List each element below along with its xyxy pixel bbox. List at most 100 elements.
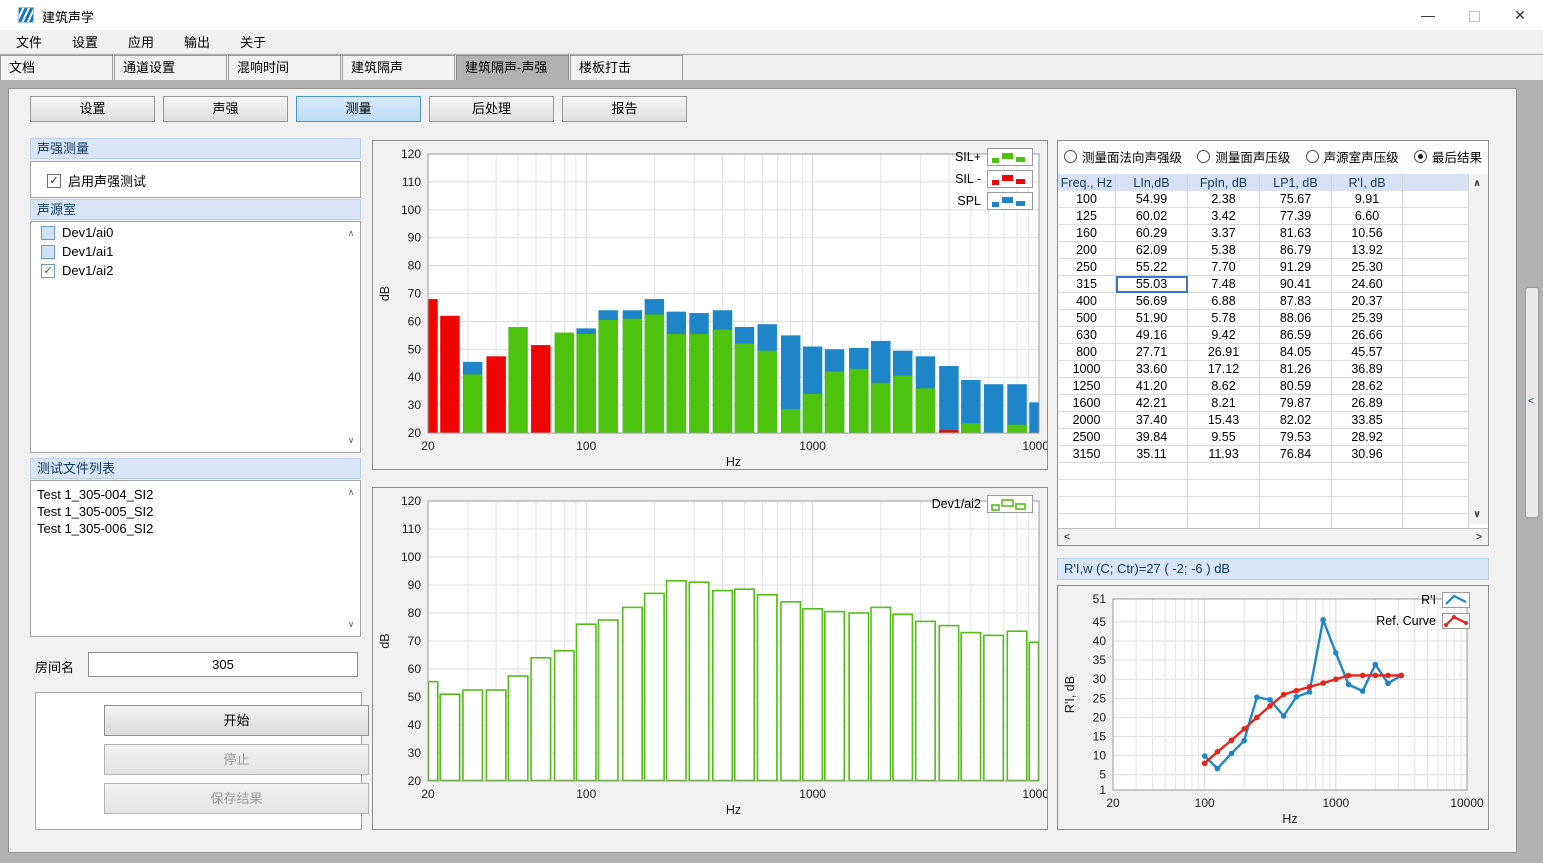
table-cell[interactable]: 6.60 (1332, 208, 1403, 225)
table-cell[interactable]: 3150 (1058, 446, 1116, 463)
tab-0[interactable]: 文档 (0, 55, 113, 80)
subtab-0[interactable]: 设置 (30, 96, 155, 122)
table-cell[interactable]: 9.91 (1332, 191, 1403, 208)
table-header-1[interactable]: LIn,dB (1116, 174, 1188, 192)
tab-4[interactable]: 建筑隔声-声强 (456, 55, 569, 80)
table-cell[interactable]: 86.79 (1260, 242, 1332, 259)
table-cell[interactable]: 25.30 (1332, 259, 1403, 276)
table-cell[interactable]: 81.26 (1260, 361, 1332, 378)
table-cell[interactable] (1403, 463, 1469, 480)
file-item-0[interactable]: Test 1_305-004_SI2 (31, 481, 360, 503)
table-cell[interactable]: 7.70 (1188, 259, 1260, 276)
table-cell[interactable]: 13.92 (1332, 242, 1403, 259)
table-cell[interactable] (1332, 480, 1403, 497)
table-cell[interactable]: 75.67 (1260, 191, 1332, 208)
table-horizontal-scrollbar[interactable]: < > (1058, 528, 1488, 545)
table-cell[interactable]: 54.99 (1116, 191, 1188, 208)
table-cell[interactable]: 100 (1058, 191, 1116, 208)
table-row[interactable] (1058, 463, 1469, 480)
table-row[interactable]: 160042.218.2179.8726.89 (1058, 395, 1469, 412)
table-cell[interactable]: 82.02 (1260, 412, 1332, 429)
table-row[interactable]: 80027.7126.9184.0545.57 (1058, 344, 1469, 361)
table-cell[interactable]: 55.22 (1116, 259, 1188, 276)
table-cell[interactable]: 88.06 (1260, 310, 1332, 327)
table-cell[interactable]: 5.38 (1188, 242, 1260, 259)
table-cell[interactable]: 60.29 (1116, 225, 1188, 242)
table-row[interactable]: 31555.037.4890.4124.60 (1058, 276, 1469, 293)
table-cell[interactable]: 630 (1058, 327, 1116, 344)
subtab-3[interactable]: 后处理 (429, 96, 554, 122)
save-results-button[interactable]: 保存结果 (104, 783, 369, 814)
table-cell[interactable]: 37.40 (1116, 412, 1188, 429)
table-cell[interactable]: 81.63 (1260, 225, 1332, 242)
table-cell[interactable] (1188, 497, 1260, 514)
table-header-2[interactable]: FpIn, dB (1188, 174, 1260, 192)
table-cell[interactable]: 87.83 (1260, 293, 1332, 310)
room-name-input[interactable] (88, 652, 358, 677)
table-cell[interactable]: 28.62 (1332, 378, 1403, 395)
menu-item-2[interactable]: 应用 (124, 30, 158, 53)
table-cell[interactable]: 6.88 (1188, 293, 1260, 310)
table-row[interactable]: 10054.992.3875.679.91 (1058, 191, 1469, 208)
table-row[interactable] (1058, 497, 1469, 514)
start-button[interactable]: 开始 (104, 705, 369, 736)
menu-item-4[interactable]: 关于 (236, 30, 270, 53)
table-cell[interactable] (1403, 395, 1469, 412)
table-cell[interactable]: 77.39 (1260, 208, 1332, 225)
scroll-up-icon[interactable]: ∧ (344, 228, 358, 239)
menu-item-1[interactable]: 设置 (68, 30, 102, 53)
table-cell[interactable]: 10.56 (1332, 225, 1403, 242)
table-cell[interactable]: 17.12 (1188, 361, 1260, 378)
table-cell[interactable] (1116, 497, 1188, 514)
table-cell[interactable] (1403, 225, 1469, 242)
table-cell[interactable] (1332, 463, 1403, 480)
table-cell[interactable]: 8.62 (1188, 378, 1260, 395)
minimize-button[interactable]: — (1405, 0, 1451, 30)
table-cell[interactable]: 76.84 (1260, 446, 1332, 463)
table-cell[interactable] (1058, 480, 1116, 497)
subtab-1[interactable]: 声强 (163, 96, 288, 122)
table-cell[interactable]: 2000 (1058, 412, 1116, 429)
stop-button[interactable]: 停止 (104, 744, 369, 775)
table-row[interactable]: 50051.905.7888.0625.39 (1058, 310, 1469, 327)
table-cell[interactable] (1403, 293, 1469, 310)
table-row[interactable]: 63049.169.4286.5926.66 (1058, 327, 1469, 344)
table-cell[interactable]: 84.05 (1260, 344, 1332, 361)
table-cell[interactable] (1260, 497, 1332, 514)
table-cell[interactable]: 51.90 (1116, 310, 1188, 327)
file-item-2[interactable]: Test 1_305-006_SI2 (31, 520, 360, 537)
tab-2[interactable]: 混响时间 (228, 55, 341, 80)
table-cell[interactable]: 8.21 (1188, 395, 1260, 412)
table-cell[interactable] (1058, 463, 1116, 480)
tab-5[interactable]: 楼板打击 (570, 55, 683, 80)
table-cell[interactable] (1403, 344, 1469, 361)
table-header-4[interactable]: R'I, dB (1332, 174, 1403, 192)
table-cell[interactable] (1403, 429, 1469, 446)
table-cell[interactable]: 160 (1058, 225, 1116, 242)
table-header-0[interactable]: Freq., Hz (1058, 174, 1116, 192)
table-cell[interactable]: 9.55 (1188, 429, 1260, 446)
table-cell[interactable]: 79.87 (1260, 395, 1332, 412)
scroll-down-icon[interactable]: ∨ (344, 619, 358, 630)
table-cell[interactable] (1403, 191, 1469, 208)
table-cell[interactable] (1403, 327, 1469, 344)
table-cell[interactable]: 35.11 (1116, 446, 1188, 463)
table-cell[interactable]: 60.02 (1116, 208, 1188, 225)
table-cell[interactable]: 20.37 (1332, 293, 1403, 310)
table-row[interactable]: 25055.227.7091.2925.30 (1058, 259, 1469, 276)
table-cell[interactable]: 250 (1058, 259, 1116, 276)
tab-3[interactable]: 建筑隔声 (342, 55, 455, 80)
table-cell[interactable]: 3.42 (1188, 208, 1260, 225)
table-cell[interactable]: 15.43 (1188, 412, 1260, 429)
table-cell[interactable] (1116, 480, 1188, 497)
table-row[interactable]: 16060.293.3781.6310.56 (1058, 225, 1469, 242)
radio-2[interactable]: 声源室声压级 (1306, 147, 1399, 166)
channel-item-0[interactable]: Dev1/ai0 (31, 222, 360, 241)
table-row[interactable]: 315035.1111.9376.8430.96 (1058, 446, 1469, 463)
table-cell[interactable]: 1250 (1058, 378, 1116, 395)
table-cell[interactable]: 1600 (1058, 395, 1116, 412)
table-row[interactable]: 20062.095.3886.7913.92 (1058, 242, 1469, 259)
table-header-3[interactable]: LP1, dB (1260, 174, 1332, 192)
table-cell[interactable]: 7.48 (1188, 276, 1260, 293)
table-cell[interactable] (1188, 480, 1260, 497)
